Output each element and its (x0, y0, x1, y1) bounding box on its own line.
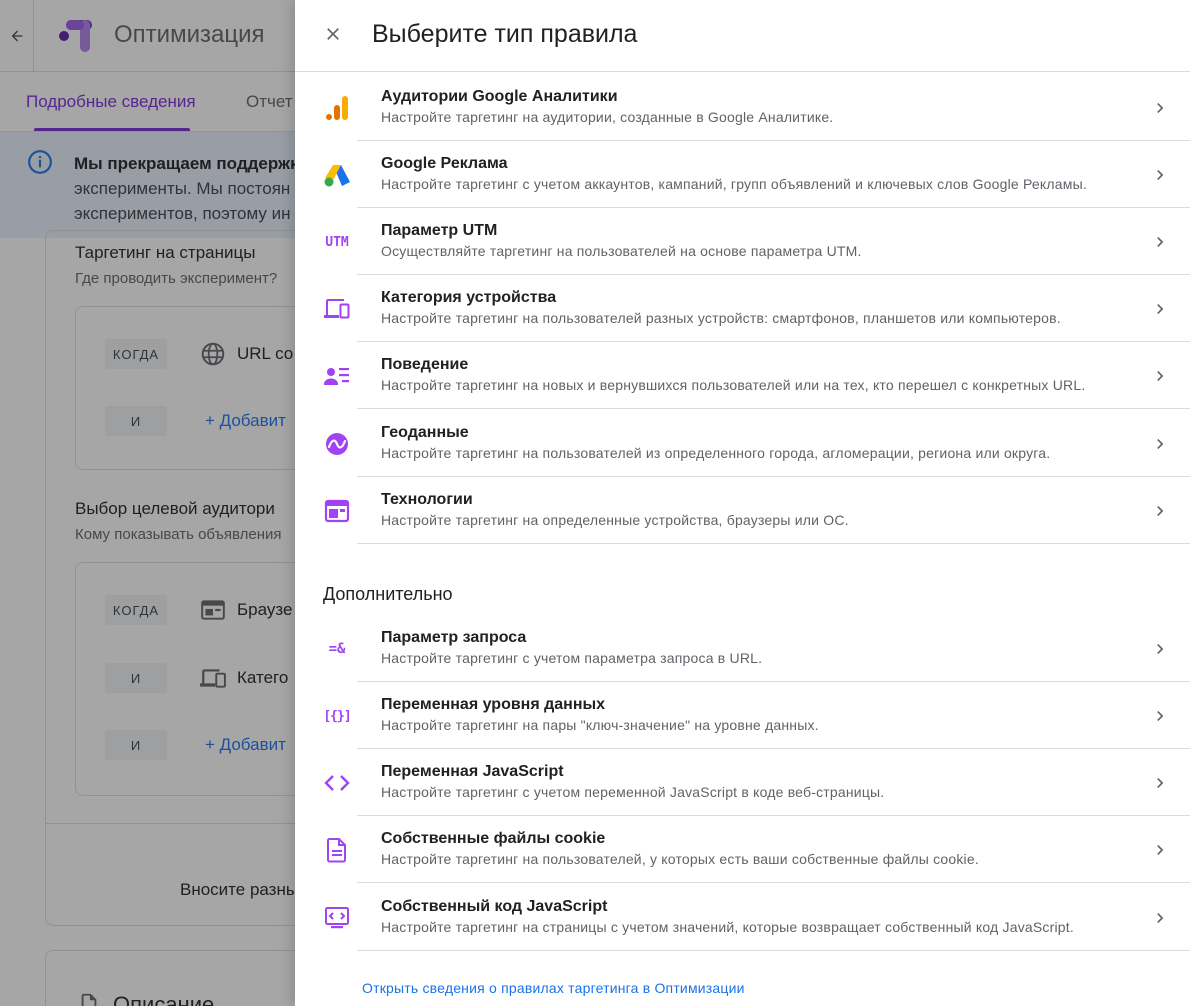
chevron-right-icon (1157, 506, 1164, 516)
rule-item-custom-javascript[interactable]: Собственный код JavaScript Настройте тар… (295, 884, 1190, 951)
chevron-right-icon (1157, 237, 1164, 247)
cookie-file-icon (322, 836, 352, 864)
chevron-right-icon (1157, 103, 1164, 113)
custom-js-icon (322, 904, 352, 932)
rule-title: Собственные файлы cookie (381, 830, 606, 847)
rule-title: Аудитории Google Аналитики (381, 88, 618, 105)
query-param-icon-text: =& (328, 641, 346, 657)
rule-title: Переменная уровня данных (381, 696, 606, 713)
rule-item-geo[interactable]: Геоданные Настройте таргетинг на пользов… (295, 410, 1190, 477)
technology-icon (322, 497, 352, 525)
close-icon (327, 28, 339, 40)
rule-title: Собственный код JavaScript (381, 898, 608, 915)
google-ads-icon (322, 161, 352, 189)
rule-description: Настройте таргетинг на страницы с учетом… (381, 919, 1074, 935)
rule-title: Поведение (381, 356, 469, 373)
chevron-right-icon (1157, 913, 1164, 923)
rule-description: Настройте таргетинг на новых и вернувших… (381, 377, 1086, 393)
rule-item-data-layer[interactable]: [{}] Переменная уровня данных Настройте … (295, 682, 1190, 749)
rule-item-behavior[interactable]: Поведение Настройте таргетинг на новых и… (295, 342, 1190, 409)
rule-title: Технологии (381, 491, 473, 508)
drawer-title: Выберите тип правила (372, 20, 638, 48)
utm-icon: UTM (322, 228, 352, 256)
rule-title: Параметр запроса (381, 629, 527, 646)
chevron-right-icon (1157, 778, 1164, 788)
chevron-right-icon (1157, 845, 1164, 855)
rule-title: Параметр UTM (381, 222, 498, 239)
divider (357, 882, 1190, 883)
analytics-icon (322, 94, 352, 122)
rule-description: Настройте таргетинг на аудитории, создан… (381, 109, 834, 125)
rule-item-technology[interactable]: Технологии Настройте таргетинг на опреде… (295, 477, 1190, 544)
rule-description: Настройте таргетинг на пользователей раз… (381, 310, 1061, 326)
divider (357, 950, 1190, 951)
targeting-rules-help-link[interactable]: Открыть сведения о правилах таргетинга в… (362, 980, 745, 996)
chevron-right-icon (1157, 304, 1164, 314)
rule-title: Геоданные (381, 424, 469, 441)
rule-item-query-param[interactable]: =& Параметр запроса Настройте таргетинг … (295, 615, 1190, 682)
data-layer-icon-text: [{}] (323, 708, 351, 724)
rule-description: Настройте таргетинг с учетом переменной … (381, 784, 885, 800)
rule-description: Настройте таргетинг на пары "ключ-значен… (381, 717, 819, 733)
utm-icon-text: UTM (325, 234, 349, 250)
chevron-right-icon (1157, 371, 1164, 381)
rule-title: Переменная JavaScript (381, 763, 564, 780)
chevron-right-icon (1157, 711, 1164, 721)
additional-section-heading: Дополнительно (323, 584, 453, 604)
rule-item-google-analytics[interactable]: Аудитории Google Аналитики Настройте тар… (295, 74, 1190, 141)
data-layer-icon: [{}] (322, 702, 352, 730)
rule-item-utm[interactable]: UTM Параметр UTM Осуществляйте таргетинг… (295, 208, 1190, 275)
rule-title: Категория устройства (381, 289, 557, 306)
rule-item-google-ads[interactable]: Google Реклама Настройте таргетинг с уче… (295, 141, 1190, 208)
chevron-right-icon (1157, 644, 1164, 654)
close-button[interactable] (319, 20, 347, 48)
geo-icon (322, 430, 352, 458)
chevron-right-icon (1157, 170, 1164, 180)
rule-type-drawer: Выберите тип правила Аудитории Google Ан… (295, 0, 1190, 1006)
rule-item-first-party-cookie[interactable]: Собственные файлы cookie Настройте тарге… (295, 816, 1190, 883)
chevron-right-icon (1157, 439, 1164, 449)
drawer-header: Выберите тип правила (295, 0, 1190, 72)
rule-item-javascript-variable[interactable]: Переменная JavaScript Настройте таргетин… (295, 749, 1190, 816)
devices-icon (322, 295, 352, 323)
behavior-icon (322, 362, 352, 390)
code-icon (322, 769, 352, 797)
rule-description: Настройте таргетинг на пользователей, у … (381, 851, 979, 867)
divider (357, 543, 1190, 544)
rule-item-device-category[interactable]: Категория устройства Настройте таргетинг… (295, 275, 1190, 342)
rule-description: Настройте таргетинг на определенные устр… (381, 512, 849, 528)
rule-description: Настройте таргетинг с учетом параметра з… (381, 650, 763, 666)
query-param-icon: =& (322, 635, 352, 663)
rule-description: Настройте таргетинг с учетом аккаунтов, … (381, 176, 1087, 192)
rule-description: Настройте таргетинг на пользователей из … (381, 445, 1051, 461)
rule-description: Осуществляйте таргетинг на пользователей… (381, 243, 862, 259)
rule-title: Google Реклама (381, 155, 508, 172)
divider (357, 408, 1190, 409)
